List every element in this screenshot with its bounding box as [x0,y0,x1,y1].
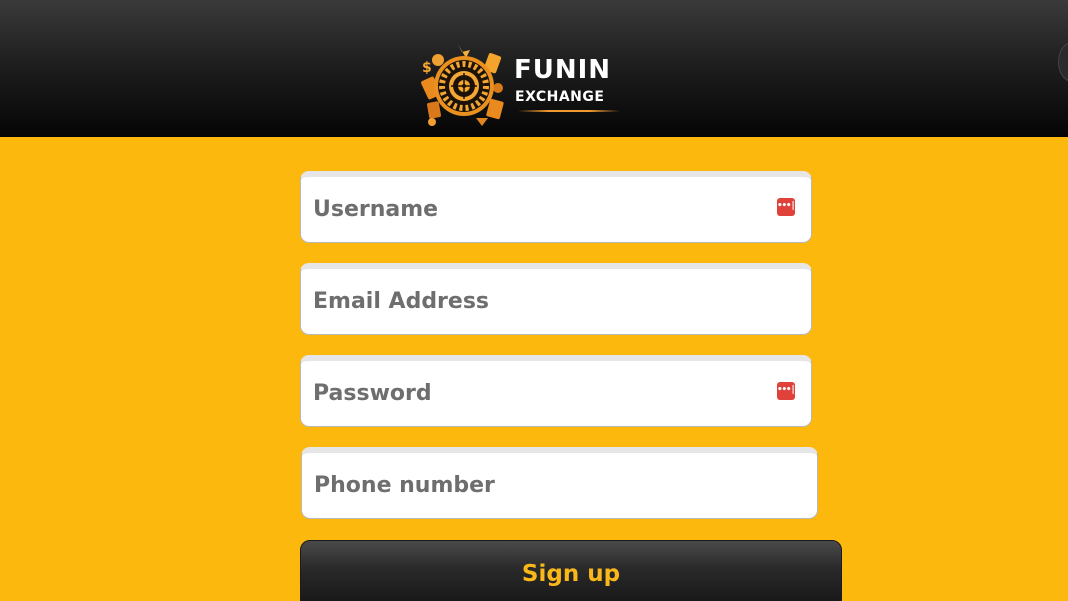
email-input[interactable] [313,269,763,334]
svg-text:$: $ [422,60,432,76]
password-manager-icon[interactable]: •••| [777,381,796,400]
password-input[interactable] [313,361,763,426]
phone-field-container [301,447,818,519]
email-field-container [300,263,812,335]
brand-subtitle: EXCHANGE [515,89,605,105]
site-header: $ FUNIN EXCHANGE [0,0,1068,137]
casino-emblem-icon: $ [421,44,504,126]
phone-input[interactable] [314,453,769,518]
username-input[interactable] [313,177,763,242]
username-field-container: •••| [300,171,812,243]
brand-logo[interactable]: $ FUNIN EXCHANGE [418,40,624,132]
password-field-container: •••| [300,355,812,427]
brand-name: FUNIN [514,55,612,85]
signup-button[interactable]: Sign up [300,540,842,601]
signup-button-label: Sign up [521,561,621,587]
header-side-control[interactable] [1058,42,1068,82]
brand-underline [518,110,620,112]
password-manager-icon[interactable]: •••| [777,197,796,216]
